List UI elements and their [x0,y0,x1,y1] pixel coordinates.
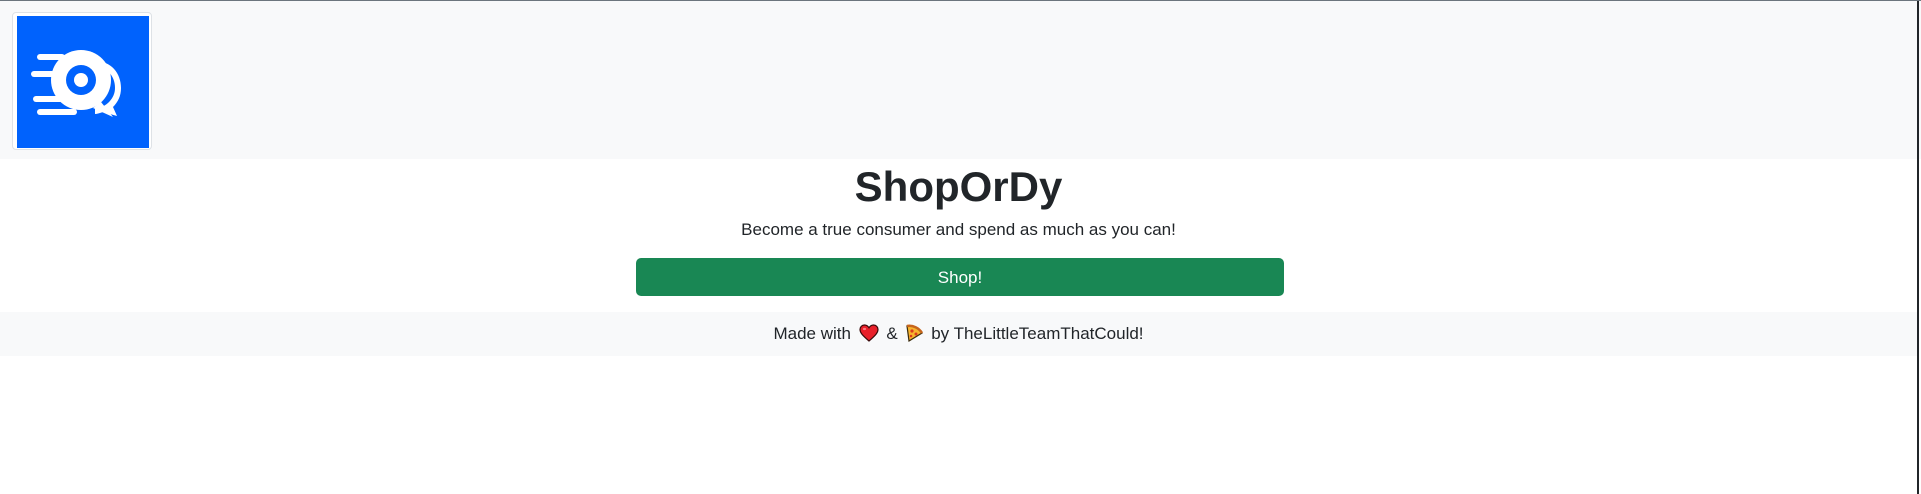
site-header [0,1,1921,159]
footer-ampersand: & [886,324,898,343]
shop-button[interactable]: Shop! [636,258,1284,296]
heart-icon [859,324,879,342]
page-title: ShopOrDy [854,163,1063,210]
pizza-icon [906,324,924,342]
hero-section: ShopOrDy Become a true consumer and spen… [0,159,1917,241]
window-scrollbar[interactable] [1917,1,1919,494]
site-footer: Made with & by TheLittleTeamThatCould! [0,312,1917,356]
footer-by-team: by TheLittleTeamThatCould! [931,324,1144,343]
logo-link[interactable] [12,12,152,150]
page-subtitle: Become a true consumer and spend as much… [741,220,1176,239]
chat-bubble-speed-icon [17,16,149,148]
footer-made-with: Made with [773,324,851,343]
